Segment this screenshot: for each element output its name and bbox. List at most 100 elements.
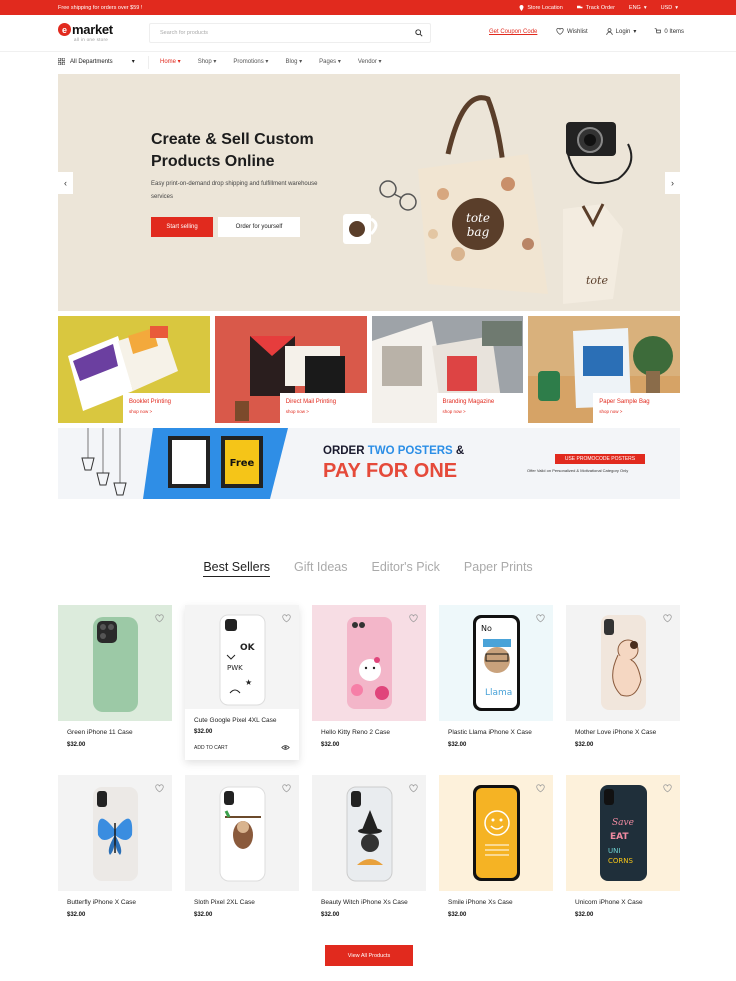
wishlist-heart-icon[interactable]	[155, 784, 164, 793]
hero-prev-arrow[interactable]: ‹	[58, 172, 73, 194]
product-card-hovered[interactable]: OK PWK ★ Cute Google Pixel 4XL Case $32.00…	[185, 605, 299, 760]
wishlist-heart-icon[interactable]	[155, 614, 164, 623]
track-order-link[interactable]: Track Order	[576, 5, 615, 11]
product-price: $32.00	[321, 912, 340, 918]
product-name[interactable]: Sloth Pixel 2XL Case	[194, 899, 255, 906]
wishlist-heart-icon[interactable]	[663, 614, 672, 623]
svg-text:tote: tote	[586, 274, 608, 287]
category-tile-booklet[interactable]: Booklet Printing shop now >	[58, 316, 210, 423]
product-card[interactable]: Smile iPhone Xs Case $32.00	[439, 775, 553, 935]
search-icon[interactable]	[415, 29, 423, 37]
wishlist-heart-icon[interactable]	[536, 614, 545, 623]
coupon-link[interactable]: Get Coupon Code	[489, 29, 537, 35]
product-card[interactable]: Green iPhone 11 Case $32.00	[58, 605, 172, 765]
svg-text:Free: Free	[230, 458, 255, 469]
tab-paper-prints[interactable]: Paper Prints	[464, 560, 533, 577]
category-tile-direct-mail[interactable]: Direct Mail Printing shop now >	[214, 316, 367, 423]
start-selling-button[interactable]: Start selling	[151, 217, 213, 237]
store-location-link[interactable]: Store Location	[519, 4, 563, 11]
product-price: $32.00	[67, 742, 86, 748]
truck-icon	[576, 5, 583, 9]
tab-gift-ideas[interactable]: Gift Ideas	[294, 560, 348, 577]
product-price: $32.00	[321, 742, 340, 748]
tab-best-sellers[interactable]: Best Sellers	[203, 560, 271, 577]
product-name[interactable]: Hello Kitty Reno 2 Case	[321, 729, 390, 736]
category-tiles: Booklet Printing shop now > Direct Mail P…	[58, 316, 680, 423]
product-price: $32.00	[194, 912, 213, 918]
product-name[interactable]: Unicorn iPhone X Case	[575, 899, 643, 906]
svg-text:CORNS: CORNS	[608, 857, 633, 865]
nav-item-blog[interactable]: Blog ▾	[285, 58, 302, 65]
product-name[interactable]: Butterfly iPhone X Case	[67, 899, 136, 906]
promo-banner[interactable]: Free ORDER TWO POSTERS & PAY FOR ONE USE…	[58, 428, 680, 499]
login-link[interactable]: Login ▾	[606, 28, 637, 35]
hero-subtitle: Easy print-on-demand drop shipping and f…	[151, 181, 318, 200]
wishlist-heart-icon[interactable]	[409, 614, 418, 623]
caret-down-icon: ▾	[131, 59, 135, 65]
product-price: $32.00	[575, 912, 594, 918]
product-card[interactable]: Save EAT UNI CORNS Unicorn iPhone X Case $3…	[566, 775, 680, 935]
currency-select[interactable]: USD ▾	[661, 5, 678, 11]
product-price: $32.00	[575, 742, 594, 748]
language-select[interactable]: ENG ▾	[629, 5, 647, 11]
nav-item-pages[interactable]: Pages ▾	[319, 58, 341, 65]
product-card[interactable]: Mother Love iPhone X Case $32.00	[566, 605, 680, 765]
product-name[interactable]: Mother Love iPhone X Case	[575, 729, 656, 736]
wishlist-heart-icon[interactable]	[663, 784, 672, 793]
product-name[interactable]: Green iPhone 11 Case	[67, 729, 133, 736]
product-name[interactable]: Smile iPhone Xs Case	[448, 899, 513, 906]
product-price: $32.00	[448, 742, 467, 748]
location-pin-icon	[519, 4, 524, 11]
product-card[interactable]: Butterfly iPhone X Case $32.00	[58, 775, 172, 935]
promocode-badge: USE PROMOCODE POSTERS	[555, 454, 645, 464]
svg-text:EAT: EAT	[610, 832, 629, 842]
category-tile-branding[interactable]: Branding Magazine shop now >	[371, 316, 524, 423]
product-tabs: Best Sellers Gift Ideas Editor's Pick Pa…	[0, 560, 736, 577]
top-bar: Free shipping for orders over $59 ! Stor…	[0, 0, 736, 15]
search-input[interactable]: Search for products	[149, 23, 431, 43]
wishlist-heart-icon[interactable]	[282, 784, 291, 793]
category-label: Branding Magazine shop now >	[436, 393, 524, 423]
quick-view-eye-icon[interactable]	[281, 744, 290, 751]
product-card[interactable]: Hello Kitty Reno 2 Case $32.00	[312, 605, 426, 765]
order-for-yourself-button[interactable]: Order for yourself	[218, 217, 300, 237]
cart-link[interactable]: 0 Items	[654, 28, 684, 35]
product-card[interactable]: Sloth Pixel 2XL Case $32.00	[185, 775, 299, 935]
header: e market all in one store Search for pro…	[0, 15, 736, 51]
product-card[interactable]: Beauty Witch iPhone Xs Case $32.00	[312, 775, 426, 935]
view-all-products-button[interactable]: View All Products	[325, 945, 413, 966]
chevron-down-icon: ▾	[675, 4, 678, 11]
svg-text:★: ★	[245, 678, 252, 687]
category-label: Booklet Printing shop now >	[123, 393, 210, 423]
nav-item-home[interactable]: Home ▾	[160, 58, 181, 65]
product-card[interactable]: No Llama Plastic Llama iPhone X Case $32.…	[439, 605, 553, 765]
wishlist-heart-icon[interactable]	[409, 784, 418, 793]
chevron-down-icon: ▾	[643, 4, 647, 11]
heart-icon	[556, 28, 564, 35]
svg-text:tote: tote	[466, 211, 490, 225]
hero-next-arrow[interactable]: ›	[665, 172, 680, 194]
nav-divider	[148, 56, 149, 69]
chevron-down-icon: ▾	[633, 29, 637, 35]
tab-editors-pick[interactable]: Editor's Pick	[372, 560, 440, 577]
product-name[interactable]: Cute Google Pixel 4XL Case	[194, 717, 277, 724]
nav-item-vendor[interactable]: Vendor ▾	[358, 58, 382, 65]
shop-now-link[interactable]: shop now >	[129, 409, 205, 414]
wishlist-link[interactable]: Wishlist	[556, 28, 588, 35]
shop-now-link[interactable]: shop now >	[286, 409, 362, 414]
wishlist-heart-icon[interactable]	[536, 784, 545, 793]
product-price: $32.00	[448, 912, 467, 918]
shop-now-link[interactable]: shop now >	[599, 409, 675, 414]
hero-title: Create & Sell Custom Products Online	[151, 131, 314, 170]
product-name[interactable]: Plastic Llama iPhone X Case	[448, 729, 532, 736]
all-departments-menu[interactable]: All Departments ▾	[58, 58, 135, 65]
category-tile-paper-bag[interactable]: Paper Sample Bag shop now >	[528, 316, 680, 423]
shop-now-link[interactable]: shop now >	[443, 409, 519, 414]
add-to-cart-button[interactable]: ADD TO CART	[194, 745, 228, 751]
nav-item-promotions[interactable]: Promotions ▾	[233, 58, 268, 65]
nav-item-shop[interactable]: Shop ▾	[198, 58, 217, 65]
product-name[interactable]: Beauty Witch iPhone Xs Case	[321, 899, 408, 906]
wishlist-heart-icon[interactable]	[282, 614, 291, 623]
shipping-promo: Free shipping for orders over $59 !	[58, 4, 143, 11]
logo[interactable]: e market all in one store	[58, 23, 113, 42]
